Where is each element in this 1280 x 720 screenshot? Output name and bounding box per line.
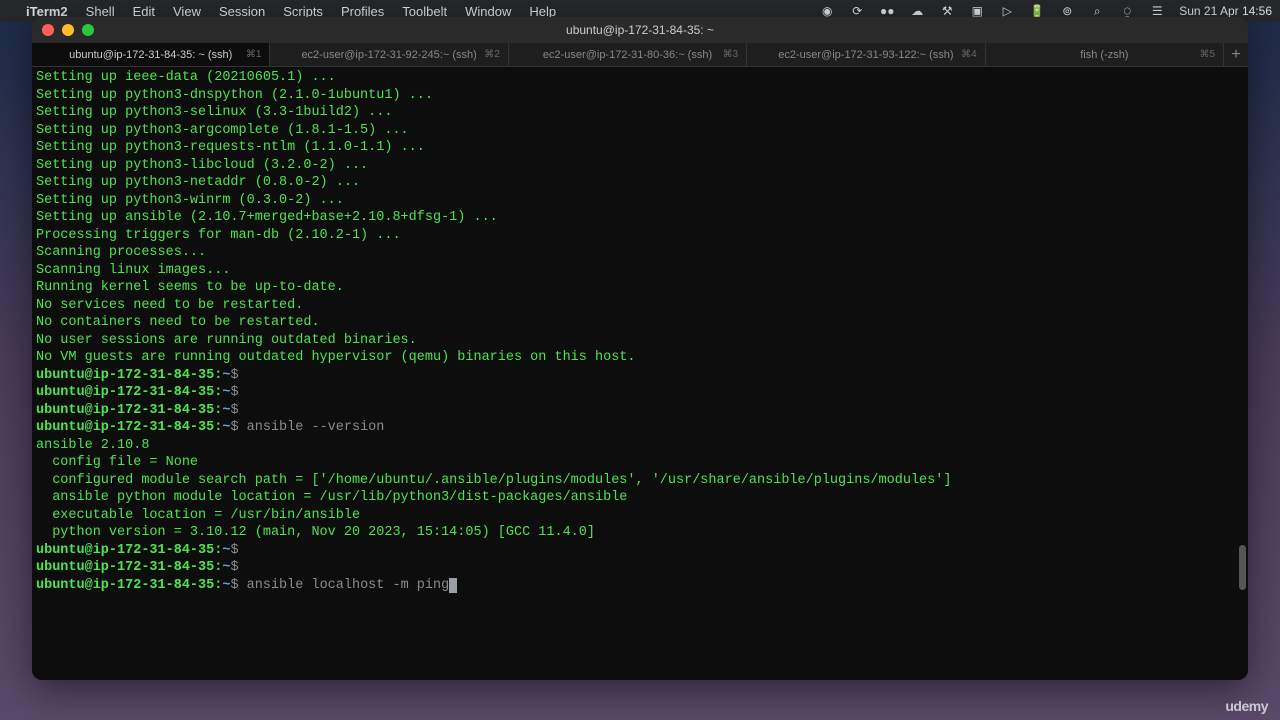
terminal-line: Running kernel seems to be up-to-date.	[36, 279, 1244, 297]
terminal-line: Setting up python3-netaddr (0.8.0-2) ...	[36, 174, 1244, 192]
terminal-line: Setting up python3-winrm (0.3.0-2) ...	[36, 192, 1244, 210]
tab-shortcut: ⌘4	[961, 49, 977, 60]
terminal-line: Setting up ansible (2.10.7+merged+base+2…	[36, 209, 1244, 227]
terminal-line: ubuntu@ip-172-31-84-35:~$	[36, 559, 1244, 577]
terminal-line: Setting up python3-dnspython (2.1.0-1ubu…	[36, 87, 1244, 105]
terminal-line: ubuntu@ip-172-31-84-35:~$	[36, 384, 1244, 402]
terminal-line: ansible 2.10.8	[36, 437, 1244, 455]
terminal-line: ansible python module location = /usr/li…	[36, 489, 1244, 507]
tab-label: ec2-user@ip-172-31-92-245:~ (ssh)	[301, 49, 476, 61]
tab-3[interactable]: ec2-user@ip-172-31-80-36:~ (ssh) ⌘3	[509, 43, 747, 66]
tab-2[interactable]: ec2-user@ip-172-31-92-245:~ (ssh) ⌘2	[270, 43, 508, 66]
terminal-line: Processing triggers for man-db (2.10.2-1…	[36, 227, 1244, 245]
tab-shortcut: ⌘1	[246, 49, 262, 60]
tab-label: ec2-user@ip-172-31-93-122:~ (ssh)	[778, 49, 953, 61]
tab-4[interactable]: ec2-user@ip-172-31-93-122:~ (ssh) ⌘4	[747, 43, 985, 66]
minimize-button[interactable]	[62, 24, 74, 36]
tab-shortcut: ⌘5	[1199, 49, 1215, 60]
terminal-line: ubuntu@ip-172-31-84-35:~$	[36, 367, 1244, 385]
close-button[interactable]	[42, 24, 54, 36]
terminal-line: ubuntu@ip-172-31-84-35:~$	[36, 542, 1244, 560]
tab-shortcut: ⌘3	[723, 49, 739, 60]
terminal-line: Scanning linux images...	[36, 262, 1244, 280]
terminal-line: python version = 3.10.12 (main, Nov 20 2…	[36, 524, 1244, 542]
terminal-content[interactable]: Setting up ieee-data (20210605.1) ...Set…	[32, 67, 1248, 680]
terminal-line: config file = None	[36, 454, 1244, 472]
maximize-button[interactable]	[82, 24, 94, 36]
tab-label: ubuntu@ip-172-31-84-35: ~ (ssh)	[69, 49, 232, 61]
terminal-line: Scanning processes...	[36, 244, 1244, 262]
traffic-lights	[42, 24, 94, 36]
menubar-clock[interactable]: Sun 21 Apr 14:56	[1179, 4, 1272, 18]
window-titlebar[interactable]: ubuntu@ip-172-31-84-35: ~	[32, 17, 1248, 43]
terminal-line: Setting up python3-argcomplete (1.8.1-1.…	[36, 122, 1244, 140]
terminal-cursor	[449, 578, 457, 593]
tab-5[interactable]: fish (-zsh) ⌘5	[986, 43, 1224, 66]
watermark: udemy	[1225, 698, 1268, 714]
scrollbar[interactable]	[1239, 545, 1246, 590]
tab-label: fish (-zsh)	[1080, 49, 1128, 61]
window-title: ubuntu@ip-172-31-84-35: ~	[566, 23, 714, 37]
terminal-line: ubuntu@ip-172-31-84-35:~$	[36, 402, 1244, 420]
tab-label: ec2-user@ip-172-31-80-36:~ (ssh)	[543, 49, 712, 61]
tab-shortcut: ⌘2	[484, 49, 500, 60]
terminal-line: configured module search path = ['/home/…	[36, 472, 1244, 490]
terminal-line: ubuntu@ip-172-31-84-35:~$ ansible --vers…	[36, 419, 1244, 437]
terminal-line: No services need to be restarted.	[36, 297, 1244, 315]
terminal-line: No user sessions are running outdated bi…	[36, 332, 1244, 350]
terminal-window: ubuntu@ip-172-31-84-35: ~ ubuntu@ip-172-…	[32, 17, 1248, 680]
tab-1[interactable]: ubuntu@ip-172-31-84-35: ~ (ssh) ⌘1	[32, 43, 270, 66]
terminal-line: Setting up python3-selinux (3.3-1build2)…	[36, 104, 1244, 122]
new-tab-button[interactable]: +	[1224, 43, 1248, 66]
terminal-line: executable location = /usr/bin/ansible	[36, 507, 1244, 525]
terminal-line: Setting up python3-libcloud (3.2.0-2) ..…	[36, 157, 1244, 175]
tab-bar: ubuntu@ip-172-31-84-35: ~ (ssh) ⌘1 ec2-u…	[32, 43, 1248, 67]
terminal-line: No containers need to be restarted.	[36, 314, 1244, 332]
terminal-line: Setting up python3-requests-ntlm (1.1.0-…	[36, 139, 1244, 157]
terminal-line: Setting up ieee-data (20210605.1) ...	[36, 69, 1244, 87]
terminal-line: ubuntu@ip-172-31-84-35:~$ ansible localh…	[36, 577, 1244, 595]
terminal-line: No VM guests are running outdated hyperv…	[36, 349, 1244, 367]
